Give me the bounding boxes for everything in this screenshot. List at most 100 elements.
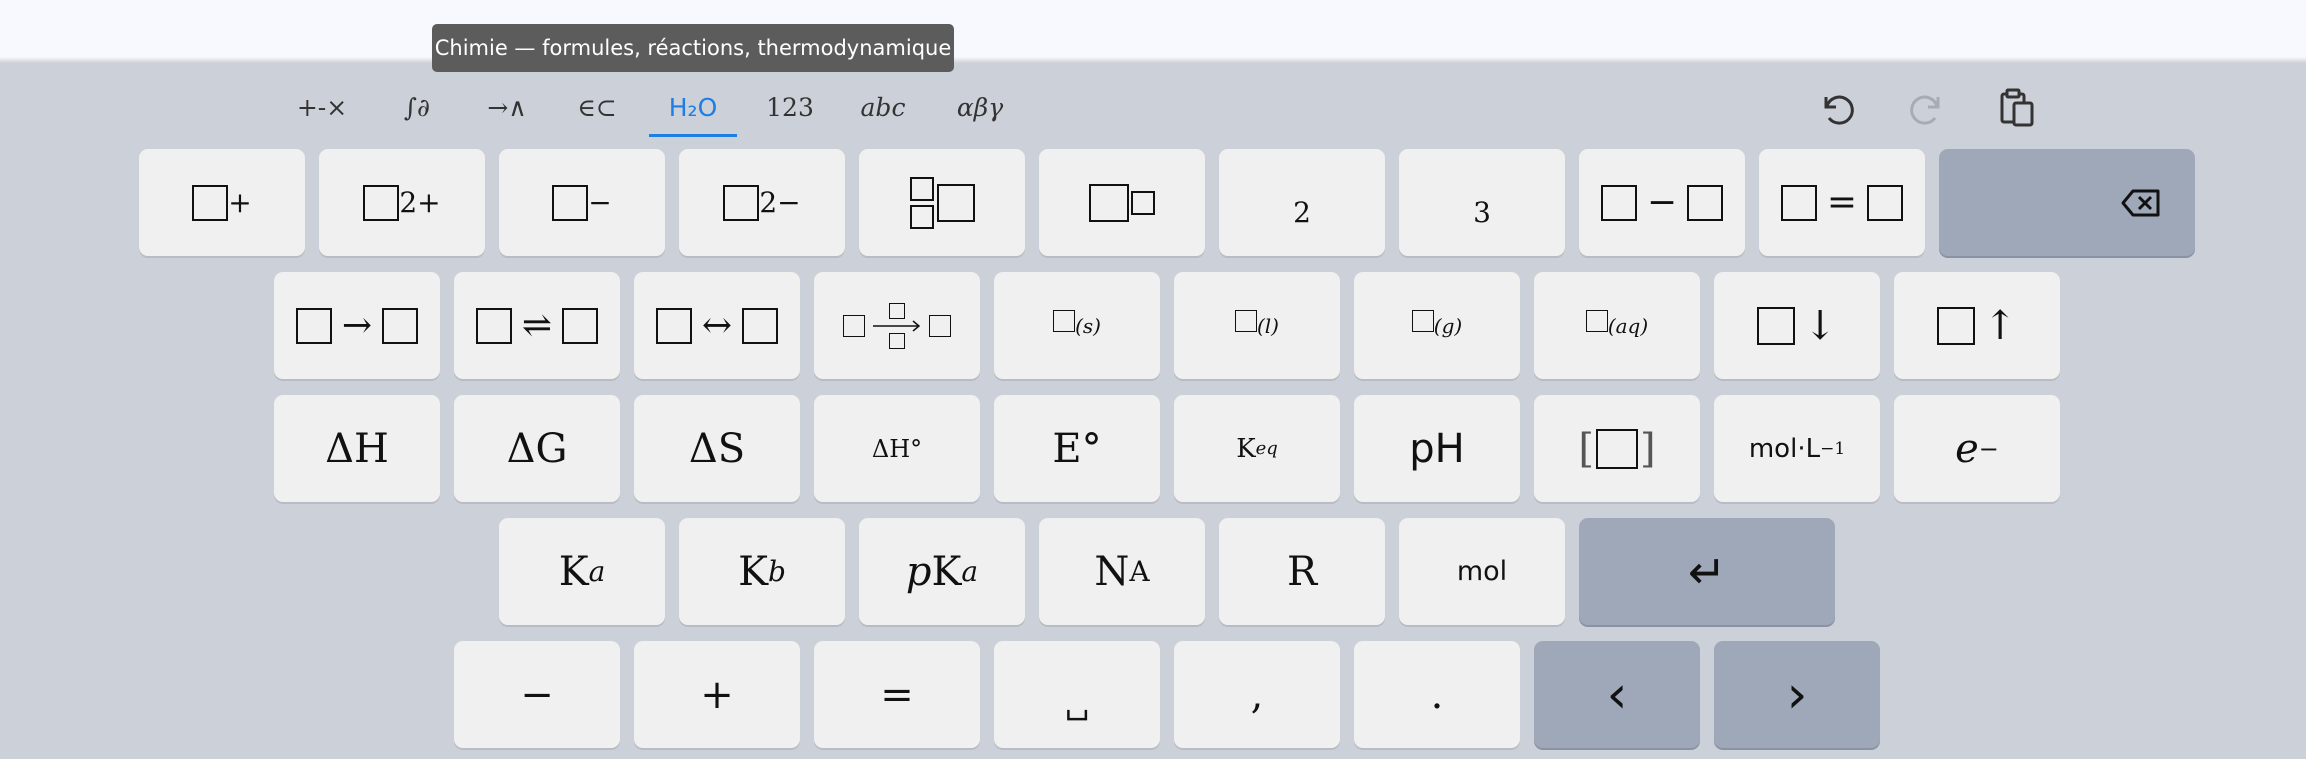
key-electron[interactable]: e − (1894, 395, 2060, 502)
placeholder-box (1411, 309, 1434, 332)
tab-logic[interactable]: →∧ (472, 83, 542, 133)
tab-sets[interactable]: ∈⊂ (562, 83, 632, 133)
chevron-left-icon: ‹ (1606, 664, 1628, 725)
key-mol-per-litre[interactable]: mol·L −1 (1714, 395, 1880, 502)
redo-icon (1910, 95, 1940, 125)
key-equals[interactable]: = (814, 641, 980, 748)
key-cursor-right[interactable]: › (1714, 641, 1880, 748)
tab-calculus[interactable]: ∫∂ (382, 83, 452, 133)
placeholder-box (1687, 184, 1724, 221)
placeholder-box (1053, 309, 1076, 332)
placeholder-box (929, 314, 951, 337)
placeholder-box (936, 183, 975, 222)
backspace-icon (2121, 189, 2160, 216)
key-cursor-left[interactable]: ‹ (1534, 641, 1700, 748)
key-state-gas[interactable]: (g) (1354, 272, 1520, 379)
placeholder-box (382, 307, 419, 344)
key-state-aqueous[interactable]: (aq) (1534, 272, 1700, 379)
key-ph[interactable]: pH (1354, 395, 1520, 502)
keyboard-tabs: +-× ∫∂ →∧ ∈⊂ H₂O 123 abc αβγ (0, 63, 2306, 149)
key-single-bond[interactable]: − (1579, 149, 1745, 256)
redo-button[interactable] (1902, 83, 1952, 133)
key-concentration[interactable]: [] (1534, 395, 1700, 502)
placeholder-box (723, 184, 760, 221)
key-anion-2-charge[interactable]: 2− (679, 149, 845, 256)
placeholder-box (742, 307, 779, 344)
placeholder-box (1131, 190, 1155, 215)
key-gas-release[interactable]: ↑ (1894, 272, 2060, 379)
placeholder-box (909, 176, 934, 201)
tab-greek[interactable]: αβγ (940, 83, 1020, 133)
placeholder-box (1867, 184, 1904, 221)
key-state-liquid[interactable]: (l) (1174, 272, 1340, 379)
key-isotope-notation[interactable] (859, 149, 1025, 256)
placeholder-box (889, 332, 905, 349)
placeholder-box (909, 204, 934, 229)
key-minus[interactable]: − (454, 641, 620, 748)
placeholder-box (1937, 306, 1976, 345)
key-mol[interactable]: mol (1399, 518, 1565, 625)
key-subscript-2[interactable]: 2 (1219, 149, 1385, 256)
key-equilibrium-constant[interactable]: Keq (1174, 395, 1340, 502)
chevron-right-icon: › (1786, 664, 1808, 725)
placeholder-box (295, 307, 332, 344)
tab-numeric[interactable]: 123 (752, 83, 828, 133)
enter-icon: ↵ (1687, 544, 1727, 599)
placeholder-box (1600, 184, 1637, 221)
placeholder-box (475, 307, 512, 344)
undo-button[interactable] (1812, 83, 1862, 133)
placeholder-box (552, 184, 589, 221)
placeholder-box (843, 314, 865, 337)
key-cation-charge[interactable]: + (139, 149, 305, 256)
key-reaction-arrow[interactable]: → (274, 272, 440, 379)
placeholder-box (192, 184, 229, 221)
key-double-bond[interactable]: = (1759, 149, 1925, 256)
placeholder-box (1089, 183, 1129, 222)
backspace-key[interactable] (1939, 149, 2195, 256)
key-avogadro[interactable]: NA (1039, 518, 1205, 625)
undo-icon (1824, 95, 1854, 125)
placeholder-box (1596, 428, 1638, 469)
tab-tooltip: Chimie — formules, réactions, thermodyna… (432, 24, 954, 72)
key-cation-2-charge[interactable]: 2+ (319, 149, 485, 256)
placeholder-box (889, 302, 905, 319)
space-icon: ␣ (1064, 682, 1090, 721)
key-delta-g[interactable]: ΔG (454, 395, 620, 502)
key-equilibrium-arrow[interactable]: ⇌ (454, 272, 620, 379)
key-pka[interactable]: pKa (859, 518, 1025, 625)
virtual-keyboard: +-× ∫∂ →∧ ∈⊂ H₂O 123 abc αβγ + 2+ − 2− 2… (0, 63, 2306, 759)
tab-chemistry[interactable]: H₂O (649, 83, 737, 137)
placeholder-box (1780, 184, 1817, 221)
key-standard-potential[interactable]: E° (994, 395, 1160, 502)
key-delta-h-standard[interactable]: ΔH° (814, 395, 980, 502)
key-delta-s[interactable]: ΔS (634, 395, 800, 502)
tab-alphabetic[interactable]: abc (848, 83, 918, 133)
placeholder-box (655, 307, 692, 344)
key-gas-constant[interactable]: R (1219, 518, 1385, 625)
key-conditions-arrow[interactable] (814, 272, 980, 379)
key-precipitate[interactable]: ↓ (1714, 272, 1880, 379)
clipboard-icon (2000, 88, 2034, 127)
placeholder-box (1234, 309, 1257, 332)
key-period[interactable]: . (1354, 641, 1520, 748)
key-space[interactable]: ␣ (994, 641, 1160, 748)
top-bar (0, 0, 2306, 63)
key-ka[interactable]: Ka (499, 518, 665, 625)
placeholder-box (562, 307, 599, 344)
paste-button[interactable] (1992, 83, 2042, 133)
placeholder-box (1585, 309, 1608, 332)
key-kb[interactable]: Kb (679, 518, 845, 625)
arrow-right-icon (873, 319, 921, 332)
key-plus[interactable]: + (634, 641, 800, 748)
key-state-solid[interactable]: (s) (994, 272, 1160, 379)
tab-arithmetic[interactable]: +-× (282, 83, 362, 133)
key-subscript-3[interactable]: 3 (1399, 149, 1565, 256)
enter-key[interactable]: ↵ (1579, 518, 1835, 625)
key-comma[interactable]: , (1174, 641, 1340, 748)
placeholder-box (1757, 306, 1796, 345)
key-resonance-arrow[interactable]: ↔ (634, 272, 800, 379)
key-subscript[interactable] (1039, 149, 1205, 256)
key-anion-charge[interactable]: − (499, 149, 665, 256)
placeholder-box (363, 184, 400, 221)
key-delta-h[interactable]: ΔH (274, 395, 440, 502)
